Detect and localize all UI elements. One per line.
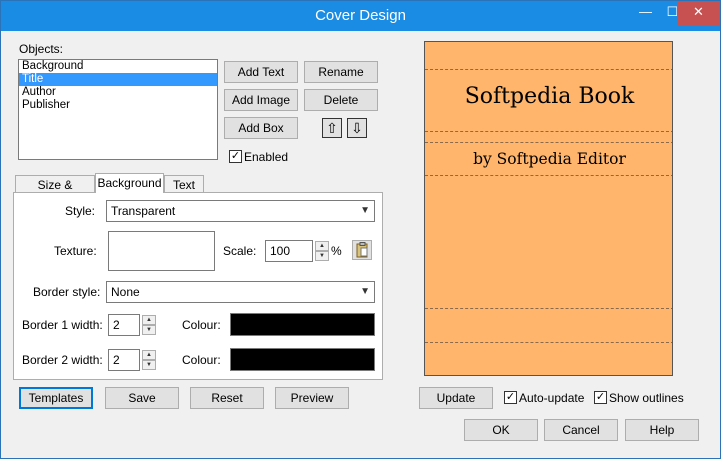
list-item[interactable]: Background bbox=[19, 60, 217, 73]
objects-label: Objects: bbox=[19, 42, 64, 56]
scale-up-button[interactable]: ▲ bbox=[315, 241, 329, 251]
style-label: Style: bbox=[65, 204, 96, 218]
tab-text[interactable]: Text bbox=[164, 175, 204, 193]
border1-width-input[interactable]: 2 bbox=[108, 314, 140, 336]
colour2-label: Colour: bbox=[182, 353, 221, 367]
scale-unit: % bbox=[331, 244, 342, 258]
title-bar: Cover Design — ☐ ✕ bbox=[1, 1, 720, 31]
outline-line bbox=[425, 142, 672, 143]
minimize-button[interactable]: — bbox=[632, 1, 659, 25]
auto-update-checkbox[interactable]: ✓ bbox=[504, 391, 517, 404]
outline-line bbox=[425, 308, 672, 309]
window-title: Cover Design bbox=[315, 7, 406, 24]
move-up-button[interactable]: ⇧ bbox=[322, 118, 342, 138]
add-text-button[interactable]: Add Text bbox=[224, 61, 298, 83]
close-button[interactable]: ✕ bbox=[677, 1, 720, 25]
ok-button[interactable]: OK bbox=[464, 419, 538, 441]
outline-line bbox=[425, 131, 672, 132]
show-outlines-checkbox[interactable]: ✓ bbox=[594, 391, 607, 404]
rename-button[interactable]: Rename bbox=[304, 61, 378, 83]
style-value: Transparent bbox=[111, 204, 176, 218]
clipboard-icon bbox=[356, 242, 368, 258]
border-style-select[interactable]: None ▼ bbox=[106, 281, 375, 303]
colour1-swatch[interactable] bbox=[230, 313, 375, 336]
auto-update-label: Auto-update bbox=[519, 391, 585, 405]
outline-line bbox=[425, 342, 672, 343]
texture-preview[interactable] bbox=[108, 231, 215, 271]
save-button[interactable]: Save bbox=[105, 387, 179, 409]
tab-size-position[interactable]: Size & Position bbox=[15, 175, 95, 210]
outline-line bbox=[425, 69, 672, 70]
scale-down-button[interactable]: ▼ bbox=[315, 251, 329, 261]
add-image-button[interactable]: Add Image bbox=[224, 89, 298, 111]
add-box-button[interactable]: Add Box bbox=[224, 117, 298, 139]
cancel-button[interactable]: Cancel bbox=[544, 419, 618, 441]
texture-label: Texture: bbox=[54, 244, 97, 258]
arrow-down-icon: ⇩ bbox=[351, 120, 363, 136]
templates-button[interactable]: Templates bbox=[19, 387, 93, 409]
scale-input[interactable]: 100 bbox=[265, 240, 313, 262]
list-item[interactable]: Title bbox=[19, 73, 217, 86]
border2-width-label: Border 2 width: bbox=[22, 353, 103, 367]
border2-up-button[interactable]: ▲ bbox=[142, 350, 156, 360]
border1-down-button[interactable]: ▼ bbox=[142, 325, 156, 335]
show-outlines-label: Show outlines bbox=[609, 391, 684, 405]
list-item[interactable]: Publisher bbox=[19, 99, 217, 112]
enabled-checkbox[interactable]: ✓ bbox=[229, 150, 242, 163]
colour1-label: Colour: bbox=[182, 318, 221, 332]
objects-listbox[interactable]: Background Title Author Publisher bbox=[18, 59, 218, 160]
move-down-button[interactable]: ⇩ bbox=[347, 118, 367, 138]
book-title-text: Softpedia Book bbox=[464, 84, 635, 109]
help-button[interactable]: Help bbox=[625, 419, 699, 441]
outline-line bbox=[425, 175, 672, 176]
border1-up-button[interactable]: ▲ bbox=[142, 315, 156, 325]
border2-down-button[interactable]: ▼ bbox=[142, 360, 156, 370]
reset-button[interactable]: Reset bbox=[190, 387, 264, 409]
cover-design-window: Cover Design — ☐ ✕ Objects: Background T… bbox=[0, 0, 721, 459]
border-style-label: Border style: bbox=[33, 285, 101, 299]
update-button[interactable]: Update bbox=[419, 387, 493, 409]
book-author-text: by Softpedia Editor bbox=[473, 150, 626, 168]
preview-button[interactable]: Preview bbox=[275, 387, 349, 409]
paste-texture-button[interactable] bbox=[352, 240, 372, 260]
border-style-value: None bbox=[111, 285, 140, 299]
chevron-down-icon: ▼ bbox=[360, 286, 370, 297]
chevron-down-icon: ▼ bbox=[360, 205, 370, 216]
style-select[interactable]: Transparent ▼ bbox=[106, 200, 375, 222]
cover-preview[interactable]: Softpedia Book by Softpedia Editor bbox=[424, 41, 673, 376]
border2-width-input[interactable]: 2 bbox=[108, 349, 140, 371]
tab-background[interactable]: Background bbox=[95, 173, 164, 193]
arrow-up-icon: ⇧ bbox=[326, 120, 338, 136]
border1-width-label: Border 1 width: bbox=[22, 318, 103, 332]
colour2-swatch[interactable] bbox=[230, 348, 375, 371]
scale-label: Scale: bbox=[223, 244, 257, 258]
delete-button[interactable]: Delete bbox=[304, 89, 378, 111]
list-item[interactable]: Author bbox=[19, 86, 217, 99]
enabled-label: Enabled bbox=[244, 150, 289, 164]
